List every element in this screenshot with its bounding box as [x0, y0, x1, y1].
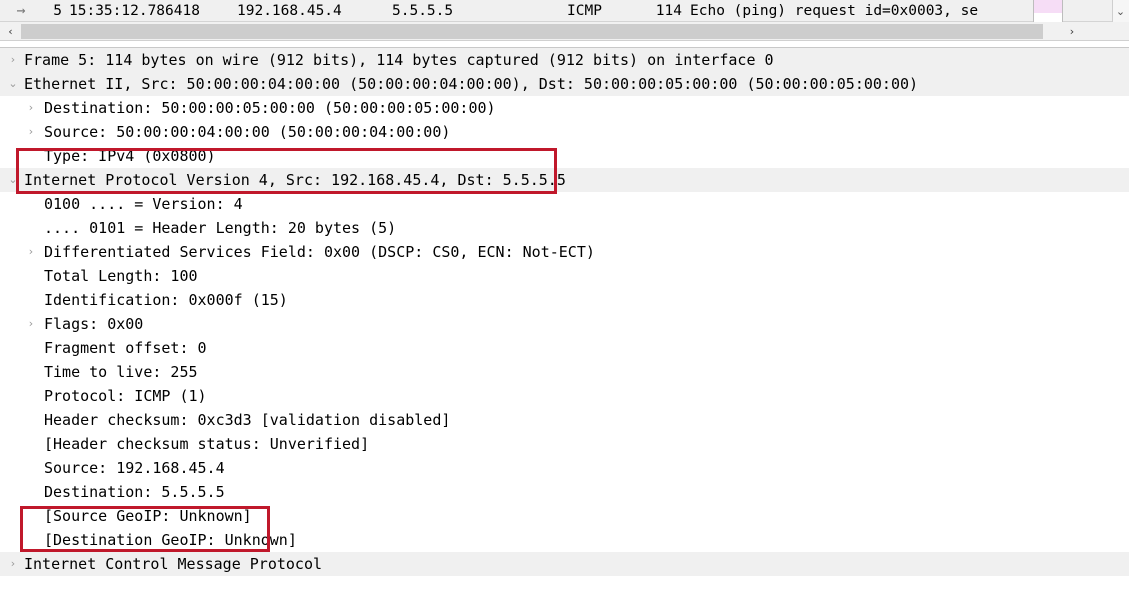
chevron-down-icon[interactable]: ⌄ [6, 72, 20, 96]
packet-detail-label: Type: IPv4 (0x0800) [44, 147, 216, 165]
packet-detail-row[interactable]: ⌄ Ethernet II, Src: 50:00:00:04:00:00 (50… [0, 72, 1129, 96]
packet-detail-row[interactable]: Identification: 0x000f (15) [0, 288, 1129, 312]
chevron-right-icon[interactable]: › [24, 96, 38, 120]
packet-direction-arrow-icon: → [16, 1, 26, 19]
vertical-scrollbar[interactable]: ⌄ [1112, 0, 1129, 22]
packet-detail-label: [Source GeoIP: Unknown] [44, 507, 252, 525]
packet-detail-label: .... 0101 = Header Length: 20 bytes (5) [44, 219, 397, 237]
packet-length-cell: 114 [655, 2, 682, 19]
packet-detail-row[interactable]: Source: 192.168.45.4 [0, 456, 1129, 480]
packet-detail-row[interactable]: › Internet Control Message Protocol [0, 552, 1129, 576]
packet-detail-label: [Destination GeoIP: Unknown] [44, 531, 297, 549]
packet-detail-row[interactable]: .... 0101 = Header Length: 20 bytes (5) [0, 216, 1129, 240]
packet-detail-row[interactable]: 0100 .... = Version: 4 [0, 192, 1129, 216]
packet-detail-label: Internet Protocol Version 4, Src: 192.16… [24, 171, 566, 189]
packet-detail-row[interactable]: ⌄ Internet Protocol Version 4, Src: 192.1… [0, 168, 1129, 192]
packet-detail-label: Frame 5: 114 bytes on wire (912 bits), 1… [24, 51, 774, 69]
packet-list-pane: → 5 15:35:12.786418 192.168.45.4 5.5.5.5… [0, 0, 1129, 23]
packet-time-cell: 15:35:12.786418 [69, 2, 200, 19]
packet-detail-row[interactable]: › Flags: 0x00 [0, 312, 1129, 336]
packet-destination-cell: 5.5.5.5 [392, 2, 454, 19]
packet-detail-row[interactable]: › Source: 50:00:00:04:00:00 (50:00:00:04:… [0, 120, 1129, 144]
packet-detail-tree: › Frame 5: 114 bytes on wire (912 bits), … [0, 48, 1129, 576]
packet-detail-row[interactable]: › Frame 5: 114 bytes on wire (912 bits), … [0, 48, 1129, 72]
pane-divider[interactable] [0, 41, 1129, 48]
scroll-down-chevron-icon[interactable]: ⌄ [1113, 2, 1128, 20]
packet-detail-label: Internet Control Message Protocol [24, 555, 323, 573]
packet-detail-row[interactable]: [Destination GeoIP: Unknown] [0, 528, 1129, 552]
packet-protocol-cell: ICMP [567, 2, 602, 19]
packet-detail-label: Ethernet II, Src: 50:00:00:04:00:00 (50:… [24, 75, 919, 93]
packet-detail-label: Destination: 5.5.5.5 [44, 483, 225, 501]
packet-detail-label: Identification: 0x000f (15) [44, 291, 288, 309]
packet-detail-label: Fragment offset: 0 [44, 339, 207, 357]
packet-detail-label: Source: 50:00:00:04:00:00 (50:00:00:04:0… [44, 123, 451, 141]
vertical-scrollbar-thumb[interactable] [1033, 0, 1063, 13]
packet-details-pane: › Frame 5: 114 bytes on wire (912 bits), … [0, 48, 1129, 590]
packet-detail-label: Source: 192.168.45.4 [44, 459, 225, 477]
packet-detail-label: Time to live: 255 [44, 363, 198, 381]
packet-source-cell: 192.168.45.4 [237, 2, 342, 19]
packet-detail-row[interactable]: › Differentiated Services Field: 0x00 (DS… [0, 240, 1129, 264]
packet-detail-row[interactable]: Type: IPv4 (0x0800) [0, 144, 1129, 168]
packet-detail-row[interactable]: › Destination: 50:00:00:05:00:00 (50:00:0… [0, 96, 1129, 120]
packet-detail-row[interactable]: Time to live: 255 [0, 360, 1129, 384]
packet-detail-row[interactable]: Header checksum: 0xc3d3 [validation disa… [0, 408, 1129, 432]
packet-detail-row[interactable]: Protocol: ICMP (1) [0, 384, 1129, 408]
packet-detail-row[interactable]: [Header checksum status: Unverified] [0, 432, 1129, 456]
chevron-right-icon[interactable]: › [6, 552, 20, 576]
packet-detail-label: 0100 .... = Version: 4 [44, 195, 243, 213]
horizontal-scrollbar-thumb[interactable] [21, 24, 1043, 39]
scroll-right-chevron-icon[interactable]: › [1063, 23, 1081, 40]
packet-detail-row[interactable]: Total Length: 100 [0, 264, 1129, 288]
packet-detail-label: Destination: 50:00:00:05:00:00 (50:00:00… [44, 99, 496, 117]
chevron-right-icon[interactable]: › [24, 120, 38, 144]
packet-list-row[interactable]: → 5 15:35:12.786418 192.168.45.4 5.5.5.5… [0, 0, 1097, 21]
scroll-left-chevron-icon[interactable]: ‹ [2, 23, 19, 40]
chevron-right-icon[interactable]: › [24, 312, 38, 336]
chevron-right-icon[interactable]: › [24, 240, 38, 264]
chevron-down-icon[interactable]: ⌄ [6, 168, 20, 192]
packet-number-cell: 5 [53, 2, 62, 19]
packet-detail-label: Header checksum: 0xc3d3 [validation disa… [44, 411, 451, 429]
packet-detail-row[interactable]: Fragment offset: 0 [0, 336, 1129, 360]
horizontal-scrollbar[interactable]: ‹ › [0, 22, 1129, 41]
packet-info-cell: Echo (ping) request id=0x0003, se [690, 2, 979, 19]
packet-detail-row[interactable]: Destination: 5.5.5.5 [0, 480, 1129, 504]
packet-detail-label: Total Length: 100 [44, 267, 198, 285]
packet-detail-row[interactable]: [Source GeoIP: Unknown] [0, 504, 1129, 528]
chevron-right-icon[interactable]: › [6, 48, 20, 72]
packet-detail-label: [Header checksum status: Unverified] [44, 435, 370, 453]
packet-detail-label: Flags: 0x00 [44, 315, 144, 333]
packet-detail-label: Differentiated Services Field: 0x00 (DSC… [44, 243, 595, 261]
packet-detail-label: Protocol: ICMP (1) [44, 387, 207, 405]
